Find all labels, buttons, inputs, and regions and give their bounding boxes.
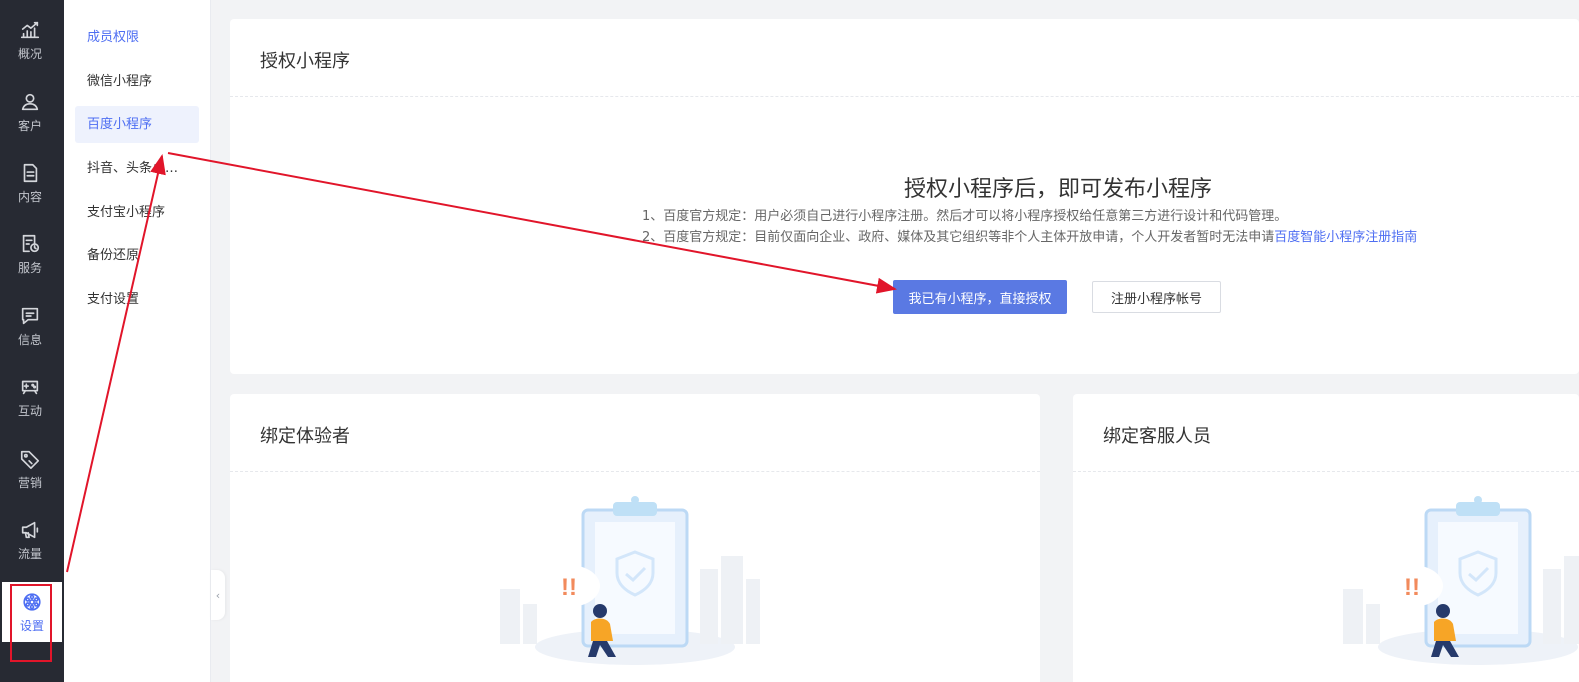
empty-state-illustration: !! xyxy=(500,496,760,665)
register-miniprogram-account-button[interactable]: 注册小程序帐号 xyxy=(1092,281,1221,313)
authorize-heading: 授权小程序后，即可发布小程序 xyxy=(904,177,1213,202)
nav-item-overview[interactable]: 概况 xyxy=(0,10,60,70)
nav-item-marketing[interactable]: 营销 xyxy=(0,439,60,499)
nav-label: 营销 xyxy=(17,475,42,490)
gamepad-icon xyxy=(21,380,39,394)
card-title: 绑定客服人员 xyxy=(1103,426,1211,447)
submenu-item-wechat-miniprogram[interactable]: 微信小程序 xyxy=(75,63,199,100)
nav-item-customer[interactable]: 客户 xyxy=(0,82,60,142)
card-title: 授权小程序 xyxy=(260,51,350,72)
service-clock-icon xyxy=(22,234,40,252)
submenu-item-member-permissions[interactable]: 成员权限 xyxy=(75,19,199,56)
rule-line-2-text: 2、百度官方规定：目前仅面向企业、政府、媒体及其它组织等非个人主体开放申请，个人… xyxy=(642,230,1275,245)
nav-item-content[interactable]: 内容 xyxy=(0,153,60,213)
nav-item-traffic[interactable]: 流量 xyxy=(0,510,60,570)
divider xyxy=(230,471,1040,472)
empty-state-illustration: !! xyxy=(1343,496,1579,665)
submenu-item-baidu-miniprogram[interactable]: 百度小程序 xyxy=(75,106,199,143)
nav-item-message[interactable]: 信息 xyxy=(0,296,60,356)
bind-customer-service-card: 绑定客服人员 !! xyxy=(1073,394,1579,682)
submenu-item-backup-restore[interactable]: 备份还原 xyxy=(75,237,199,274)
submenu-item-douyin-toutiao-miniprogram[interactable]: 抖音、头条小程序 xyxy=(75,150,187,187)
authorize-directly-button[interactable]: 我已有小程序，直接授权 xyxy=(893,280,1067,314)
divider xyxy=(230,96,1579,97)
nav-item-service[interactable]: 服务 xyxy=(0,224,60,284)
nav-label: 内容 xyxy=(17,189,42,204)
nav-label: 概况 xyxy=(17,46,42,61)
alert-text: !! xyxy=(1404,574,1420,601)
nav-item-interact[interactable]: 互动 xyxy=(0,367,60,427)
submenu-item-alipay-miniprogram[interactable]: 支付宝小程序 xyxy=(75,194,199,231)
bind-tester-card: 绑定体验者 !! xyxy=(230,394,1040,682)
card-title: 绑定体验者 xyxy=(260,426,350,447)
nav-label: 服务 xyxy=(17,260,42,275)
divider xyxy=(1073,471,1579,472)
submenu-item-payment-settings[interactable]: 支付设置 xyxy=(75,281,199,318)
rule-line-1: 1、百度官方规定：用户必须自己进行小程序注册。然后才可以将小程序授权给任意第三方… xyxy=(642,209,1288,224)
annotation-highlight-box xyxy=(10,584,52,662)
trend-chart-icon xyxy=(20,21,40,38)
nav-label: 互动 xyxy=(17,403,42,418)
nav-label: 客户 xyxy=(17,118,42,133)
chevron-left-icon: ‹ xyxy=(215,588,221,602)
rule-line-2: 2、百度官方规定：目前仅面向企业、政府、媒体及其它组织等非个人主体开放申请，个人… xyxy=(642,226,1417,245)
message-icon xyxy=(21,307,39,324)
nav-label: 流量 xyxy=(17,546,42,561)
megaphone-icon xyxy=(21,521,39,538)
user-icon xyxy=(21,93,39,110)
alert-text: !! xyxy=(561,574,577,601)
settings-submenu: 成员权限 微信小程序 百度小程序 抖音、头条小程序 支付宝小程序 备份还原 支付… xyxy=(64,0,211,682)
nav-label: 信息 xyxy=(17,332,42,347)
authorize-miniprogram-card: 授权小程序 授权小程序后，即可发布小程序 1、百度官方规定：用户必须自己进行小程… xyxy=(230,19,1579,374)
collapse-submenu-toggle[interactable]: ‹ xyxy=(211,570,225,620)
document-icon xyxy=(23,163,38,182)
tag-icon xyxy=(20,450,40,469)
main-nav: 概况 客户 内容 服务 信息 互动 营销 流量 设置 xyxy=(0,0,64,682)
baidu-registration-guide-link[interactable]: 百度智能小程序注册指南 xyxy=(1274,230,1417,245)
